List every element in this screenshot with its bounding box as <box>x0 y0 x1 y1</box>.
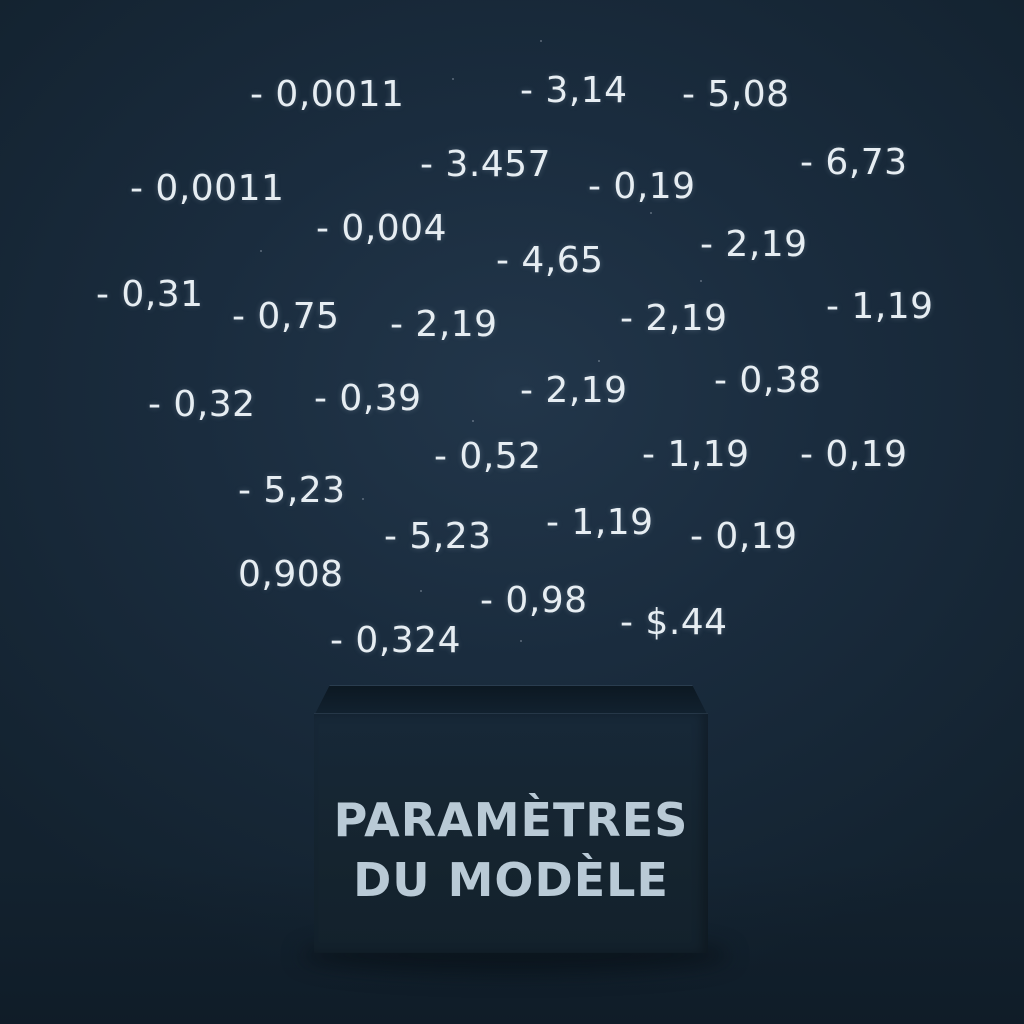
parameter-number: - 0,19 <box>690 516 798 557</box>
parameter-number: - 0,0011 <box>250 74 405 115</box>
parameter-number: - 0,32 <box>148 384 256 425</box>
box-front: PARAMÈTRES DU MODÈLE <box>314 713 708 953</box>
parameter-number: - 2,19 <box>520 370 628 411</box>
scene: - 0,0011 - 3,14 - 5,08 - 0,0011 - 3.457 … <box>0 0 1024 1024</box>
dust-speck <box>472 420 474 422</box>
parameter-number: - 3.457 <box>420 144 551 185</box>
parameter-number: - 2,19 <box>700 224 808 265</box>
dust-speck <box>520 640 522 642</box>
parameter-number: - 0,19 <box>800 434 908 475</box>
dust-speck <box>650 212 652 214</box>
parameter-number: - 0,52 <box>434 436 542 477</box>
dust-speck <box>700 280 702 282</box>
parameter-number: - 2,19 <box>620 298 728 339</box>
dust-speck <box>598 360 600 362</box>
dust-speck <box>362 498 364 500</box>
parameter-number: - 0,324 <box>330 620 461 661</box>
parameter-number: - 5,23 <box>384 516 492 557</box>
parameter-number: - 0,31 <box>96 274 204 315</box>
dust-speck <box>452 78 454 80</box>
dust-speck <box>420 590 422 592</box>
parameter-number: - 1,19 <box>642 434 750 475</box>
parameter-number: - 0,19 <box>588 166 696 207</box>
parameter-number: - 0,004 <box>316 208 447 249</box>
parameter-number: - 0,98 <box>480 580 588 621</box>
box-opening <box>314 685 708 716</box>
parameter-number: - 3,14 <box>520 70 628 111</box>
parameter-number: - 6,73 <box>800 142 908 183</box>
parameter-number: - 4,65 <box>496 240 604 281</box>
parameter-number: - 0,0011 <box>130 168 285 209</box>
parameter-number: - 2,19 <box>390 304 498 345</box>
parameter-number: - $.44 <box>620 602 728 643</box>
parameter-number: - 1,19 <box>546 502 654 543</box>
dust-speck <box>540 40 542 42</box>
parameter-number: - 5,23 <box>238 470 346 511</box>
dust-speck <box>260 250 262 252</box>
parameter-number: - 1,19 <box>826 286 934 327</box>
box-label-line-1: PARAMÈTRES <box>333 793 689 847</box>
parameter-number: - 5,08 <box>682 74 790 115</box>
parameter-number: - 0,75 <box>232 296 340 337</box>
parameter-number: - 0,38 <box>714 360 822 401</box>
parameter-number: 0,908 <box>238 554 344 595</box>
box-label-line-2: DU MODÈLE <box>353 853 669 907</box>
parameters-box: PARAMÈTRES DU MODÈLE <box>314 685 708 953</box>
parameter-number: - 0,39 <box>314 378 422 419</box>
